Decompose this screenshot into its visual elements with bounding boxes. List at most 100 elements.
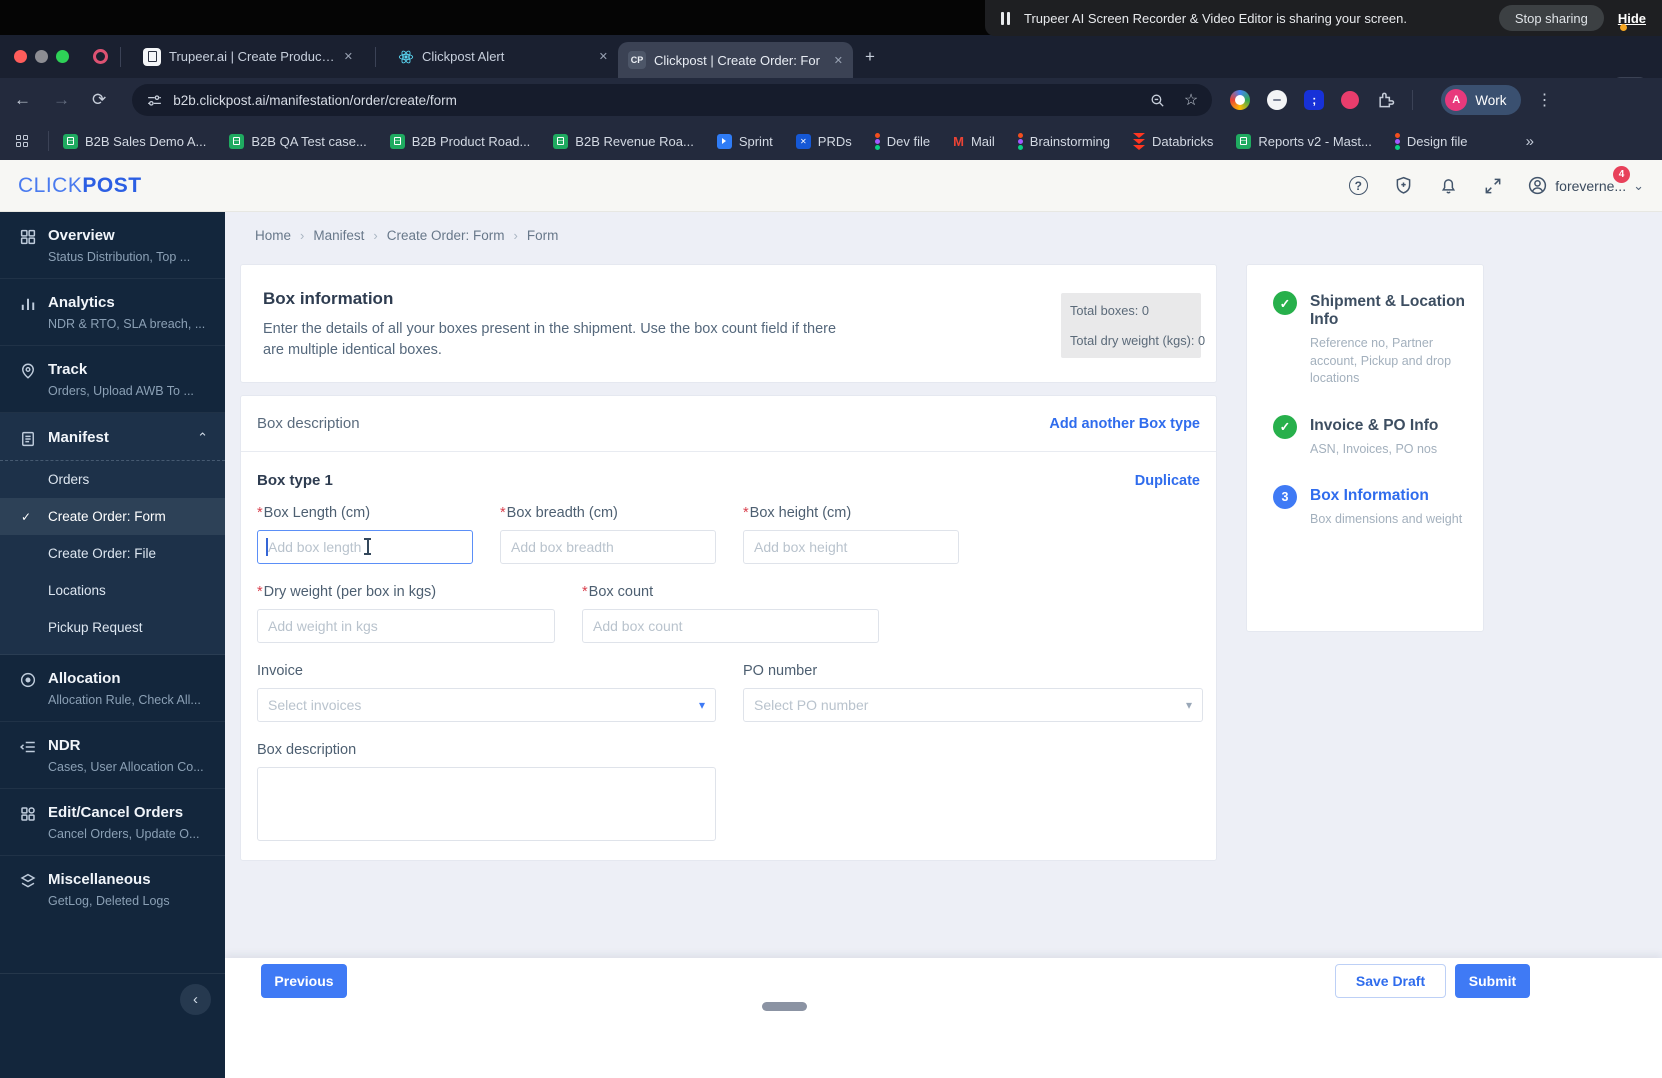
record-indicator-icon[interactable] [93, 49, 108, 64]
divider [0, 973, 225, 974]
extensions-puzzle-icon[interactable] [1376, 90, 1396, 110]
sidebar-item-manifest[interactable]: Manifest ⌃ [0, 413, 225, 461]
sidebar-subitem-create-order-form[interactable]: ✓ Create Order: Form [0, 498, 225, 535]
apps-grid-icon[interactable] [16, 135, 28, 147]
sidebar-collapse-button[interactable]: ‹ [180, 984, 211, 1015]
gmail-icon: M [953, 133, 964, 149]
sidebar-item-ndr[interactable]: NDR Cases, User Allocation Co... [0, 722, 225, 789]
tab-clickpost-create-order[interactable]: CP Clickpost | Create Order: For ✕ [618, 42, 853, 78]
save-draft-button[interactable]: Save Draft [1335, 964, 1446, 998]
code-extension-icon[interactable]: ; [1304, 90, 1325, 110]
box-description-textarea[interactable] [257, 767, 716, 841]
back-button[interactable]: ← [14, 90, 31, 110]
bookmarks-overflow-button[interactable]: » [1526, 133, 1534, 150]
edit-grid-icon [19, 805, 37, 823]
add-another-box-type-link[interactable]: Add another Box type [1049, 416, 1200, 432]
bookmark-star-icon[interactable]: ☆ [1184, 90, 1198, 110]
breadcrumb-manifest[interactable]: Manifest [313, 228, 364, 243]
bookmark-item[interactable]: Reports v2 - Mast... [1236, 133, 1372, 149]
refresh-button[interactable]: ⟳ [92, 90, 106, 110]
step-invoice-po[interactable]: ✓ Invoice & PO Info ASN, Invoices, PO no… [1273, 414, 1483, 459]
sidebar-subitem-pickup-request[interactable]: Pickup Request [0, 609, 225, 646]
site-info-icon[interactable] [146, 92, 163, 109]
bookmark-item[interactable]: B2B Revenue Roa... [553, 133, 694, 149]
bookmark-item[interactable]: B2B Sales Demo A... [63, 133, 206, 149]
submit-button[interactable]: Submit [1455, 964, 1530, 998]
sidebar-item-edit-cancel-orders[interactable]: Edit/Cancel Orders Cancel Orders, Update… [0, 789, 225, 856]
sidebar-subitem-orders[interactable]: Orders [0, 461, 225, 498]
account-menu[interactable]: foreverne... 4 ⌄ [1527, 166, 1644, 196]
bookmark-label: B2B Product Road... [411, 133, 531, 149]
bookmark-item[interactable]: Brainstorming [1017, 132, 1110, 150]
sidebar-item-allocation[interactable]: Allocation Allocation Rule, Check All... [0, 655, 225, 722]
sidebar-item-track[interactable]: Track Orders, Upload AWB To ... [0, 346, 225, 413]
bookmark-item[interactable]: Sprint [716, 133, 773, 149]
previous-button[interactable]: Previous [261, 964, 347, 998]
sidebar-label: Allocation [48, 670, 121, 687]
sidebar-subitem-create-order-file[interactable]: Create Order: File [0, 535, 225, 572]
window-controls[interactable] [14, 50, 69, 63]
box-height-input[interactable] [743, 530, 959, 564]
bookmark-item[interactable]: Design file [1394, 132, 1468, 150]
close-tab-icon[interactable]: ✕ [344, 50, 353, 63]
bookmark-item[interactable]: Dev file [874, 132, 930, 150]
close-tab-icon[interactable]: ✕ [834, 54, 843, 67]
dropdown-caret-icon: ▾ [698, 698, 705, 712]
invoice-select[interactable]: Select invoices ▾ [257, 688, 716, 722]
text-cursor [364, 538, 371, 555]
bookmark-item[interactable]: Databricks [1133, 132, 1213, 150]
step-box-information[interactable]: 3 Box Information Box dimensions and wei… [1273, 485, 1483, 529]
box-count-input[interactable] [582, 609, 879, 643]
forward-button[interactable]: → [53, 90, 70, 110]
tab-trupeer[interactable]: Trupeer.ai | Create Product Vi ✕ [133, 35, 363, 78]
pink-extension-icon[interactable] [1341, 91, 1360, 109]
step-shipment-location[interactable]: ✓ Shipment & Location Info Reference no,… [1273, 291, 1483, 388]
prds-icon: ✕ [795, 133, 811, 149]
po-number-select[interactable]: Select PO number ▾ [743, 688, 1203, 722]
box-information-title: Box information [263, 289, 394, 308]
meet-extension-icon[interactable] [1267, 90, 1288, 110]
stop-sharing-button[interactable]: Stop sharing [1498, 5, 1604, 31]
sharing-message: Trupeer AI Screen Recorder & Video Edito… [1024, 10, 1407, 26]
dry-weight-input[interactable] [257, 609, 555, 643]
shield-icon[interactable] [1392, 175, 1414, 197]
box-length-input[interactable] [257, 530, 473, 564]
duplicate-link[interactable]: Duplicate [1135, 473, 1200, 489]
sidebar-item-analytics[interactable]: Analytics NDR & RTO, SLA breach, ... [0, 279, 225, 346]
breadcrumb-create-order-form[interactable]: Create Order: Form [387, 228, 505, 243]
bookmark-item[interactable]: B2B QA Test case... [229, 133, 367, 149]
overview-grid-icon [19, 228, 37, 246]
sidebar-item-overview[interactable]: Overview Status Distribution, Top ... [0, 212, 225, 279]
clickpost-header: CLICKPOST ? foreverne... 4 ⌄ [0, 160, 1662, 212]
po-number-placeholder: Select PO number [754, 697, 869, 713]
help-icon[interactable]: ? [1347, 175, 1369, 197]
new-tab-button[interactable]: + [865, 47, 875, 67]
bookmark-item[interactable]: ✕ PRDs [795, 133, 852, 149]
url-text[interactable]: b2b.clickpost.ai/manifestation/order/cre… [173, 93, 457, 108]
bookmark-label: Sprint [738, 133, 773, 149]
browser-toolbar: ← → ⟳ b2b.clickpost.ai/manifestation/ord… [0, 78, 1662, 122]
browser-profile-chip[interactable]: A Work [1441, 85, 1521, 115]
browser-menu-button[interactable]: ⋮ [1537, 90, 1553, 110]
box-breadth-input[interactable] [500, 530, 716, 564]
invoice-label: Invoice [257, 663, 303, 679]
address-bar[interactable]: b2b.clickpost.ai/manifestation/order/cre… [132, 84, 1213, 116]
zoom-icon[interactable] [1149, 92, 1166, 109]
bookmark-item[interactable]: B2B Product Road... [389, 133, 531, 149]
hide-banner-link[interactable]: Hide [1618, 11, 1646, 31]
clickpost-logo[interactable]: CLICKPOST [18, 174, 142, 198]
sidebar-subitem-locations[interactable]: Locations [0, 572, 225, 609]
zoom-window-button[interactable] [56, 50, 69, 63]
breadcrumb-home[interactable]: Home [255, 228, 291, 243]
expand-icon[interactable] [1482, 175, 1504, 197]
google-extension-icon[interactable] [1230, 90, 1251, 110]
close-tab-icon[interactable]: ✕ [599, 50, 608, 63]
horizontal-scrollbar-thumb[interactable] [762, 1002, 807, 1011]
close-window-button[interactable] [14, 50, 27, 63]
bell-icon[interactable] [1437, 175, 1459, 197]
bookmark-item[interactable]: M Mail [953, 134, 995, 149]
minimize-window-button[interactable] [35, 50, 48, 63]
subitem-label: Create Order: Form [48, 509, 166, 524]
tab-clickpost-alert[interactable]: Clickpost Alert ✕ [388, 35, 618, 78]
sidebar-item-miscellaneous[interactable]: Miscellaneous GetLog, Deleted Logs [0, 856, 225, 922]
